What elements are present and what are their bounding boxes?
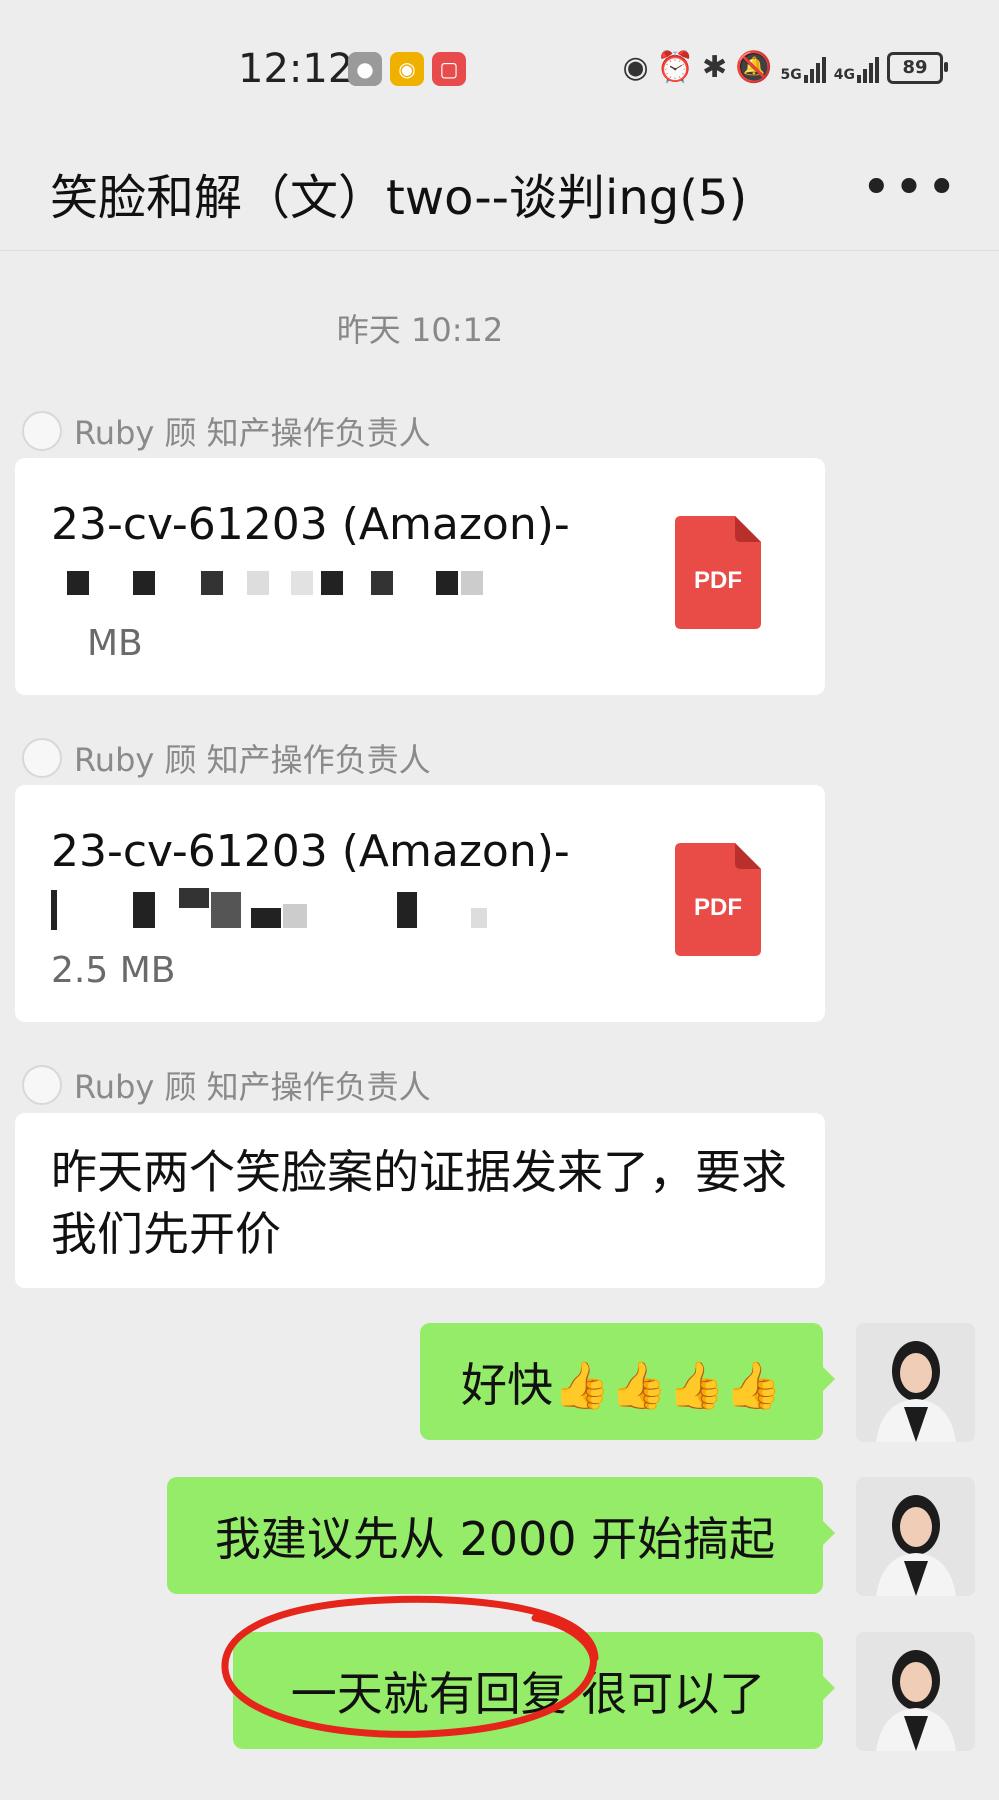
file-name: 23-cv-61203 (Amazon)- [51, 499, 570, 550]
my-message[interactable]: 一天就有回复 很可以了 [233, 1632, 835, 1749]
person-photo-icon [856, 1323, 975, 1442]
file-name-redacted [51, 557, 551, 617]
file-size: 2.5 MB [51, 950, 176, 991]
status-bar: 12:12 ● ◉ ▢ ◉ ⏰ ✱ 🔕 5G 4G 89 [0, 0, 999, 130]
more-dots-icon[interactable]: ••• [861, 158, 959, 218]
file-name: 23-cv-61203 (Amazon)- [51, 826, 570, 877]
pdf-file-icon: PDF [675, 516, 761, 629]
bluetooth-icon: ✱ [702, 50, 728, 85]
chat-title: 笑脸和解（文）two--谈判ing(5) [50, 170, 748, 226]
svg-text:PDF: PDF [694, 567, 742, 594]
file-message[interactable]: 23-cv-61203 (Amazon)- MB PDF [15, 458, 825, 695]
alarm-icon: ⏰ [656, 50, 695, 85]
message-text: 昨天两个笑脸案的证据发来了，要求我们先开价 [51, 1145, 787, 1261]
file-message[interactable]: 23-cv-61203 (Amazon)- 2.5 MB PDF [15, 785, 825, 1022]
sender-avatar[interactable] [22, 738, 62, 778]
eye-icon: ◉ [622, 50, 649, 85]
file-name-redacted [51, 884, 551, 944]
message-text: 好快👍👍👍👍 [460, 1357, 783, 1412]
mute-icon: 🔕 [735, 50, 773, 85]
my-avatar[interactable] [856, 1323, 975, 1442]
status-time: 12:12 [238, 46, 354, 92]
signal-5g-icon: 5G [781, 53, 826, 83]
red-app-icon: ▢ [432, 52, 466, 86]
status-right: ◉ ⏰ ✱ 🔕 5G 4G 89 [622, 50, 948, 85]
message-text: 我建议先从 2000 开始搞起 [214, 1511, 776, 1566]
sender-name: Ruby 顾 知产操作负责人 [22, 1062, 431, 1108]
pdf-file-icon: PDF [675, 843, 761, 956]
text-message[interactable]: 昨天两个笑脸案的证据发来了，要求我们先开价 [15, 1113, 825, 1288]
message-text: 一天就有回复 很可以了 [290, 1666, 766, 1721]
weibo-icon: ◉ [390, 52, 424, 86]
my-message[interactable]: 我建议先从 2000 开始搞起 [167, 1477, 835, 1594]
my-avatar[interactable] [856, 1632, 975, 1751]
wechat-icon: ● [348, 52, 382, 86]
my-avatar[interactable] [856, 1477, 975, 1596]
my-message[interactable]: 好快👍👍👍👍 [420, 1323, 835, 1440]
battery-icon: 89 [887, 51, 948, 84]
sender-name: Ruby 顾 知产操作负责人 [22, 735, 431, 781]
file-size: MB [87, 623, 143, 664]
message-timestamp: 昨天 10:12 [336, 311, 504, 349]
signal-4g-icon: 4G [834, 53, 879, 83]
person-photo-icon [856, 1632, 975, 1751]
sender-avatar[interactable] [22, 411, 62, 451]
chat-header: 笑脸和解（文）two--谈判ing(5) ••• [0, 130, 999, 251]
svg-text:PDF: PDF [694, 894, 742, 921]
person-photo-icon [856, 1477, 975, 1596]
sender-name: Ruby 顾 知产操作负责人 [22, 408, 431, 454]
sender-avatar[interactable] [22, 1065, 62, 1105]
notification-icons: ● ◉ ▢ [348, 52, 466, 86]
